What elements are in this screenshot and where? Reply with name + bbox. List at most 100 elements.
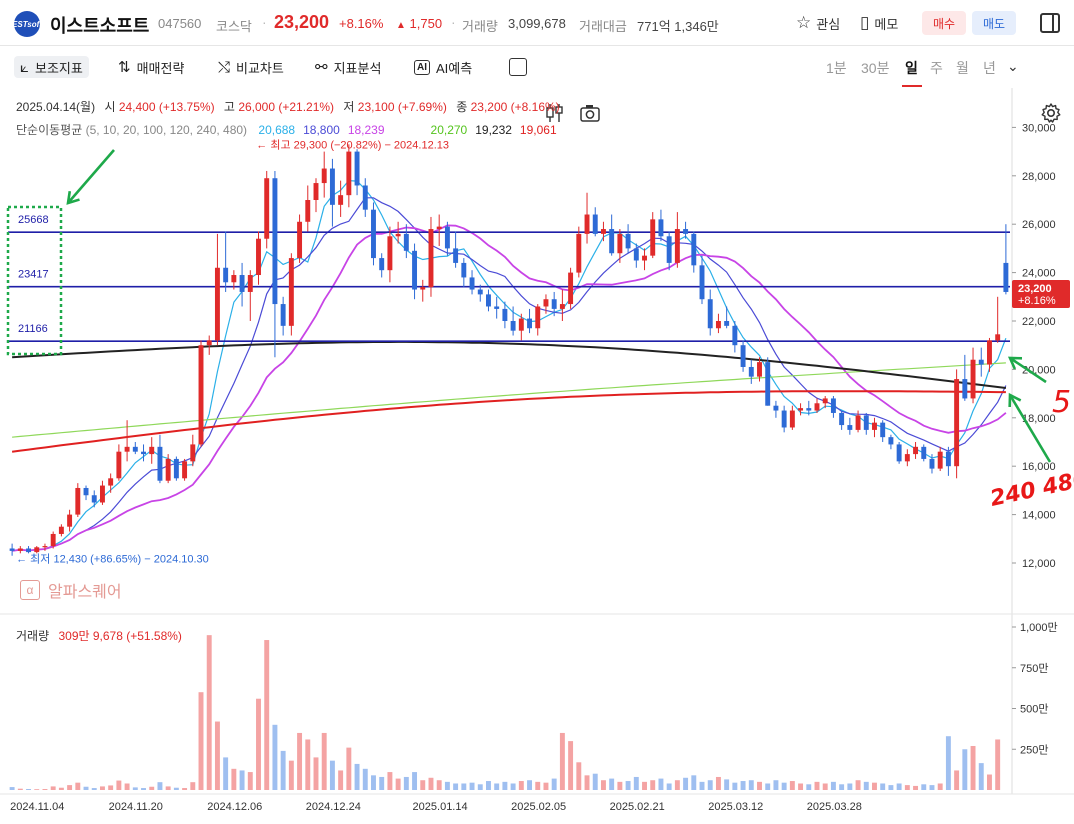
ma-value: 20,270	[430, 123, 468, 137]
candle-body	[34, 547, 40, 553]
volume-bar	[872, 782, 877, 790]
date-label: 2025.03.28	[807, 801, 862, 813]
volume-bar	[17, 788, 23, 790]
candle-body	[453, 248, 459, 263]
volume-bar	[149, 786, 155, 790]
candle-body	[945, 451, 951, 467]
volume-bar	[469, 782, 475, 790]
volume-bar	[995, 739, 1001, 790]
volume-bar	[34, 789, 40, 790]
volume-bar	[584, 775, 590, 790]
volume-bar	[141, 788, 146, 790]
candle-body	[239, 275, 245, 292]
candle-body	[1003, 262, 1009, 292]
candlesticks	[9, 144, 1009, 556]
candle-body	[91, 495, 97, 503]
candle-body	[182, 461, 188, 479]
volume-bar	[190, 782, 196, 790]
candle-body	[888, 437, 894, 445]
volume-bar	[740, 781, 746, 790]
volume-bar	[510, 783, 516, 790]
volume-bar	[954, 770, 960, 790]
ma-value: 19,061	[519, 123, 557, 137]
candle-body	[666, 236, 672, 263]
candle-body	[477, 289, 483, 295]
moving-average-info: 단순이동평균 (5, 10, 20, 100, 120, 240, 480) 2…	[16, 123, 557, 137]
volume-bar	[527, 780, 532, 790]
volume-bar	[502, 781, 508, 790]
candle-body	[321, 168, 327, 184]
candle-body	[707, 299, 713, 329]
volume-bar	[765, 783, 771, 790]
candle-body	[403, 233, 409, 251]
ma-value: 20,688	[258, 123, 296, 137]
volume-bar	[913, 785, 919, 790]
volume-bar	[83, 786, 89, 790]
candle-body	[937, 451, 943, 469]
volume-bar	[642, 781, 647, 790]
volume-bar	[50, 786, 56, 790]
volume-bar	[921, 784, 927, 790]
price-tick-label: 30,000	[1022, 122, 1056, 134]
candle-body	[872, 422, 877, 430]
volume-bar	[896, 783, 902, 790]
price-tick-label: 26,000	[1022, 219, 1056, 231]
candle-body	[502, 308, 508, 321]
ma-value: 18,800	[303, 123, 340, 137]
volume-bar	[814, 781, 820, 790]
volume-tick-label: 500만	[1020, 703, 1048, 716]
candle-body	[543, 299, 549, 307]
volume-bar	[830, 781, 836, 790]
handwritten-note-5: 5	[1052, 385, 1071, 420]
candle-body	[371, 209, 376, 259]
volume-bar	[329, 760, 335, 790]
candle-body	[855, 415, 861, 430]
candle-body	[354, 151, 360, 186]
volume-bar	[666, 783, 672, 790]
price-tick-label: 28,000	[1022, 171, 1056, 183]
candle-body	[149, 446, 155, 455]
volume-bar	[108, 785, 114, 790]
volume-bar	[658, 778, 664, 790]
candle-body	[256, 238, 261, 276]
volume-bar	[822, 783, 828, 790]
volume-bar	[847, 783, 853, 790]
candle-body	[280, 304, 286, 326]
candle-body	[247, 275, 253, 292]
candle-body	[987, 340, 992, 365]
candle-body	[978, 359, 984, 365]
candle-body	[297, 221, 303, 259]
volume-bar	[715, 776, 721, 790]
candle-body	[313, 183, 319, 200]
candle-body	[609, 229, 615, 254]
candle-body	[124, 446, 130, 452]
volume-bar	[781, 782, 787, 790]
volume-bar	[67, 785, 73, 790]
volume-tick-label: 250만	[1020, 743, 1048, 756]
volume-bar	[9, 787, 15, 790]
current-price-badge-pct: +8.16%	[1018, 295, 1056, 307]
candle-body	[699, 265, 705, 300]
handwritten-note-240-480: 240 480	[988, 467, 1074, 512]
volume-bar	[535, 781, 541, 790]
volume-bar	[929, 785, 935, 790]
candle-body	[962, 379, 968, 399]
candle-body	[789, 410, 795, 428]
volume-bar	[650, 780, 656, 790]
candle-body	[830, 398, 836, 413]
volume-bar	[970, 745, 976, 790]
candle-body	[715, 321, 721, 329]
candle-body	[444, 226, 450, 249]
volume-bar	[674, 780, 680, 790]
green-arrow-ma480	[1008, 394, 1052, 463]
volume-bar	[362, 768, 368, 790]
volume-bar	[256, 698, 261, 790]
volume-bar	[444, 781, 450, 790]
candle-body	[231, 275, 237, 283]
candle-body	[83, 487, 89, 496]
volume-bar	[978, 763, 984, 790]
volume-bar	[880, 783, 886, 790]
candle-body	[116, 451, 122, 479]
candle-body	[584, 214, 590, 234]
volume-bar	[264, 640, 270, 790]
